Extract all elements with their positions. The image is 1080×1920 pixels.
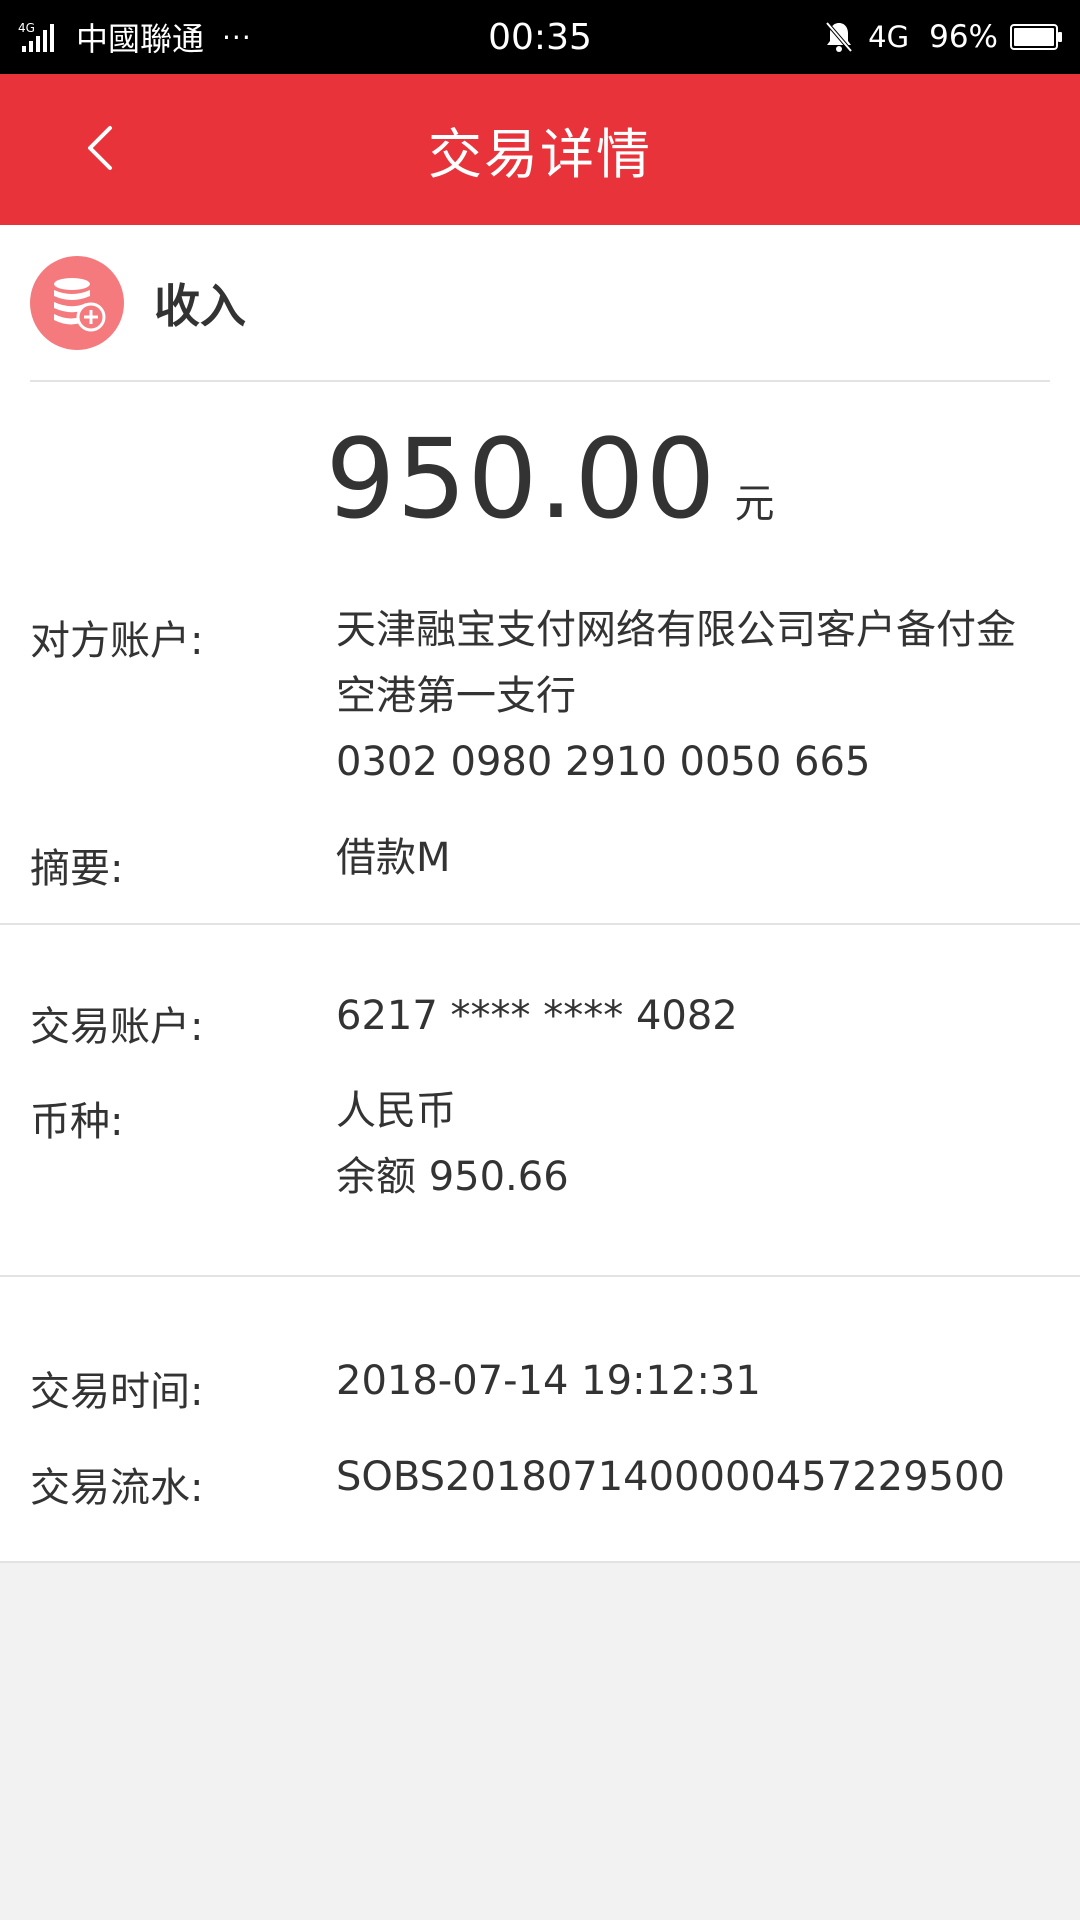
bell-muted-icon <box>825 21 853 53</box>
summary-label: 摘要: <box>30 846 124 892</box>
network-small-label: 4G <box>18 21 35 35</box>
account-value: 6217 **** **** 4082 <box>336 993 738 1039</box>
summary-card: 收入 950.00 元 对方账户: 天津融宝支付网络有限公司客户备付金 空港第一… <box>0 225 1080 925</box>
chevron-left-icon <box>88 126 112 170</box>
currency: 人民币 <box>336 1088 456 1134</box>
time-card: 交易时间: 2018-07-14 19:12:31 交易流水: SOBS2018… <box>0 1277 1080 1563</box>
time-label: 交易时间: <box>30 1369 204 1415</box>
income-icon <box>30 255 124 350</box>
transaction-type-row: 收入 <box>30 225 1050 382</box>
signal-icon: 4G <box>18 21 54 52</box>
balance: 余额 950.66 <box>336 1154 569 1200</box>
status-right: 4G 96% <box>824 0 1064 74</box>
status-bar: 4G 中國聯通 ··· 00:35 4G 96% <box>0 0 1080 74</box>
currency-label: 币种: <box>30 1099 124 1145</box>
more-notifications-icon: ··· <box>222 20 252 54</box>
carrier-name: 中國聯通 <box>76 20 205 58</box>
transaction-type: 收入 <box>154 278 246 333</box>
network-type: 4G <box>868 20 910 54</box>
counterparty-account: 0302 0980 2910 0050 665 <box>336 739 871 785</box>
counterparty-name: 天津融宝支付网络有限公司客户备付金 <box>336 607 1016 653</box>
battery-percent: 96% <box>929 19 998 55</box>
account-label: 交易账户: <box>30 1004 204 1050</box>
counterparty-bank: 空港第一支行 <box>336 673 576 719</box>
amount-row: 950.00 元 <box>0 415 1080 545</box>
battery-icon <box>1010 24 1062 50</box>
back-button[interactable] <box>60 108 140 188</box>
page-title: 交易详情 <box>428 123 652 186</box>
currency-value: 人民币 余额 950.66 <box>336 1078 1056 1210</box>
coins-plus-icon <box>54 277 106 331</box>
status-left: 4G 中國聯通 ··· <box>18 0 252 74</box>
summary-value: 借款M <box>336 835 451 881</box>
amount-value: 950.00 <box>325 415 717 543</box>
app-header: 交易详情 <box>0 74 1080 225</box>
counterparty-value: 天津融宝支付网络有限公司客户备付金 空港第一支行 0302 0980 2910 … <box>336 597 1056 795</box>
serial-value: SOBS2018071400000457229500 <box>336 1454 1005 1500</box>
time-value: 2018-07-14 19:12:31 <box>336 1358 761 1404</box>
account-card: 交易账户: 6217 **** **** 4082 币种: 人民币 余额 950… <box>0 925 1080 1277</box>
serial-label: 交易流水: <box>30 1465 204 1511</box>
amount-unit: 元 <box>734 481 775 527</box>
counterparty-label: 对方账户: <box>30 618 204 664</box>
transaction-detail: 收入 950.00 元 对方账户: 天津融宝支付网络有限公司客户备付金 空港第一… <box>0 225 1080 1563</box>
